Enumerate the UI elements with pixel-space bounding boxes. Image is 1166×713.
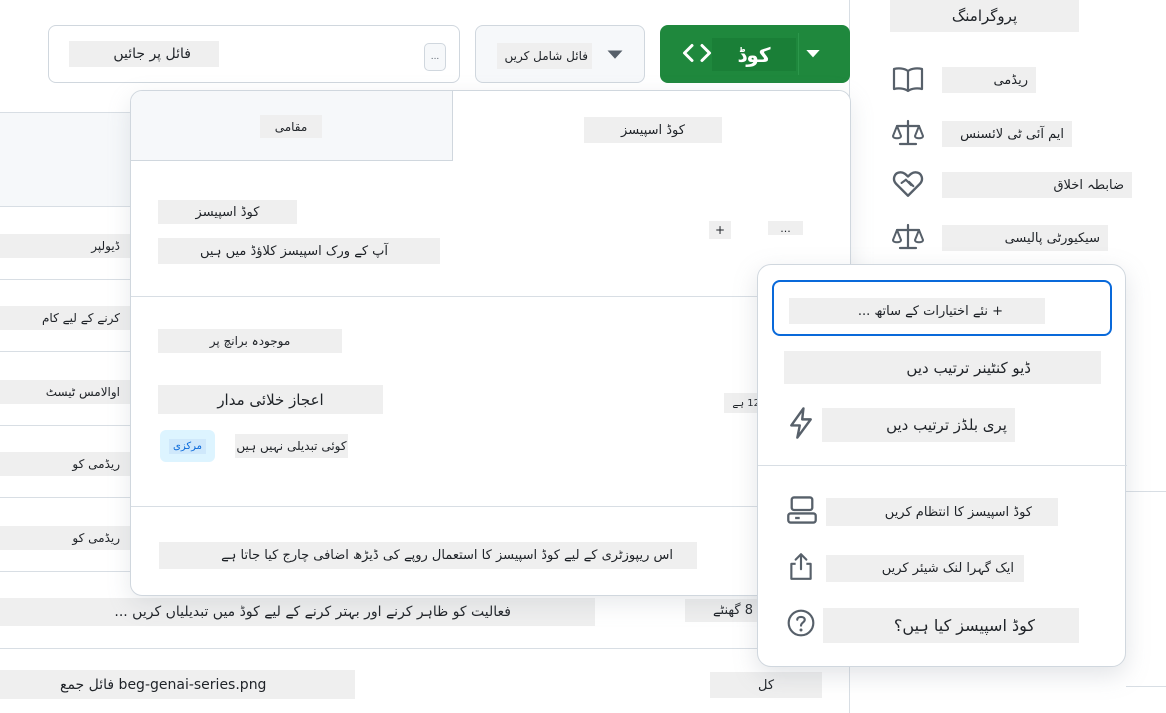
sidebar-separator-2 xyxy=(1126,686,1166,687)
code-dropdown: مقامی کوڈ اسپیسز کوڈ اسپیسز آپ کے ورک اس… xyxy=(130,90,851,596)
last-file-name[interactable]: فائل جمع beg-genai-series.png xyxy=(0,670,355,699)
code-button-divider xyxy=(798,33,799,75)
scale-icon xyxy=(892,118,924,148)
codespace-menu: + نئے اختیارات کے ساتھ ... ڈیو کنٹینر تر… xyxy=(757,264,1127,667)
branch-badge: مرکزی xyxy=(160,430,215,462)
codespaces-section-title: کوڈ اسپیسز xyxy=(158,200,297,224)
row-divider xyxy=(0,351,140,352)
last-file-time: کل xyxy=(710,672,822,698)
question-icon xyxy=(786,608,816,638)
chevron-down-icon[interactable] xyxy=(805,47,821,61)
dropdown-divider xyxy=(131,296,850,297)
file-row-name[interactable]: ریڈمی کو xyxy=(0,452,132,476)
codespaces-section-subtitle: آپ کے ورک اسپیسز کلاؤڈ میں ہیں xyxy=(158,238,440,264)
search-box[interactable]: فائل پر جائیں ... xyxy=(48,25,460,83)
sidebar-link-label[interactable]: ریڈمی xyxy=(942,67,1036,93)
branch-count: 12 ہے xyxy=(724,393,760,413)
branch-badge-label: مرکزی xyxy=(169,438,206,454)
billing-footer-text: اس ریپوزٹری کے لیے کوڈ اسپیسز کا استعمال… xyxy=(159,542,697,569)
share-icon xyxy=(788,551,814,581)
row-divider xyxy=(0,279,140,280)
chevron-down-icon xyxy=(606,48,624,62)
row-divider xyxy=(0,497,140,498)
zap-icon xyxy=(786,406,816,440)
tab-codespaces[interactable]: کوڈ اسپیسز xyxy=(453,91,850,161)
file-row-name[interactable]: اوالامس ٹیسٹ xyxy=(0,380,132,404)
row-divider xyxy=(0,648,850,649)
file-row-name[interactable]: ریڈمی کو xyxy=(0,526,132,550)
row-divider xyxy=(0,571,140,572)
what-are-codespaces-item[interactable]: کوڈ اسپیسز کیا ہیں؟ xyxy=(823,608,1079,643)
no-codespaces-heading: اعجاز خلائی مدار xyxy=(158,385,383,414)
tab-local[interactable]: مقامی xyxy=(131,91,453,161)
code-button[interactable]: کوڈ xyxy=(660,25,850,83)
heart-handshake-icon xyxy=(892,169,924,199)
file-row-name[interactable]: ڈیولپر xyxy=(0,234,132,258)
sidebar-link-label[interactable]: ضابطہ اخلاق xyxy=(942,172,1132,198)
more-options-button[interactable]: ... xyxy=(768,221,803,235)
code-button-label: کوڈ xyxy=(712,38,796,71)
set-up-prebuilds-item[interactable]: پری بلڈز ترتیب دیں xyxy=(822,408,1015,442)
row-divider xyxy=(0,425,140,426)
tab-local-label: مقامی xyxy=(260,115,322,138)
no-changes-text: کوئی تبدیلی نہیں ہیں xyxy=(235,434,348,458)
configure-dev-container-item[interactable]: ڈیو کنٹینر ترتیب دیں xyxy=(784,351,1101,384)
sidebar-link-label[interactable]: سیکیورٹی پالیسی xyxy=(942,225,1108,251)
sidebar-link-label[interactable]: ایم آئی ٹی لائسنس xyxy=(942,121,1072,147)
share-deep-link-item[interactable]: ایک گہرا لنک شیئر کریں xyxy=(826,555,1024,582)
add-file-label: فائل شامل کریں xyxy=(497,43,592,69)
commit-time: 8 گھنٹے xyxy=(685,599,759,622)
add-file-button[interactable]: فائل شامل کریں xyxy=(475,25,645,83)
sidebar-separator xyxy=(1126,491,1166,492)
add-codespace-button[interactable]: + xyxy=(709,221,731,239)
search-input[interactable]: فائل پر جائیں xyxy=(69,41,219,67)
scale-icon xyxy=(892,222,924,252)
book-icon xyxy=(892,64,924,94)
current-branch-label: موجودہ برانچ پر xyxy=(158,329,342,353)
server-icon xyxy=(786,494,818,526)
commit-message[interactable]: فعالیت کو ظاہر کرنے اور بہتر کرنے کے لیے… xyxy=(0,598,595,626)
manage-codespaces-item[interactable]: کوڈ اسپیسز کا انتظام کریں xyxy=(826,498,1058,526)
file-row-name[interactable]: کرنے کے لیے کام xyxy=(0,306,132,330)
tab-codespaces-label: کوڈ اسپیسز xyxy=(584,117,722,143)
new-with-options-label: + نئے اختیارات کے ساتھ ... xyxy=(789,298,1045,324)
file-list-header xyxy=(0,112,140,207)
menu-divider xyxy=(758,465,1127,466)
code-icon xyxy=(682,41,712,65)
new-with-options-item[interactable]: + نئے اختیارات کے ساتھ ... xyxy=(772,280,1112,336)
search-shortcut-key: ... xyxy=(424,43,446,71)
about-heading: پروگرامنگ xyxy=(890,0,1079,32)
dropdown-divider-2 xyxy=(131,506,850,507)
